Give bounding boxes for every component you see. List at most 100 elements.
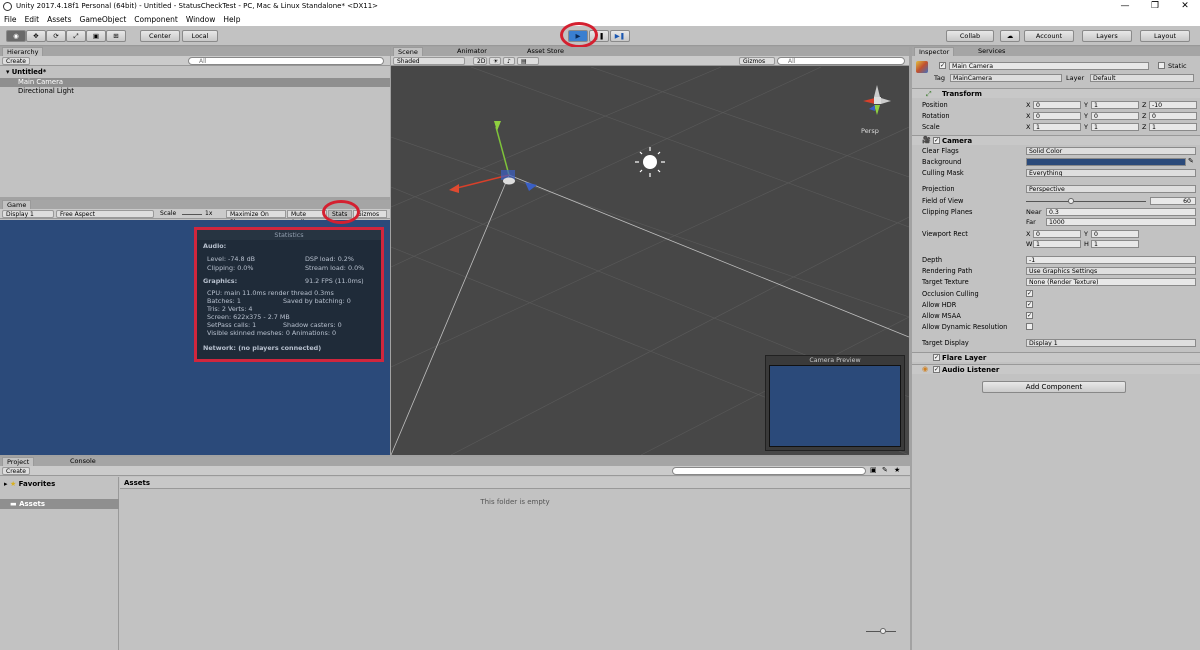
minimize-button[interactable]: — xyxy=(1110,0,1140,12)
tab-game[interactable]: Game xyxy=(2,200,32,209)
menu-window[interactable]: Window xyxy=(182,13,220,26)
hand-tool-icon[interactable]: ◉ xyxy=(6,30,26,42)
close-button[interactable]: ✕ xyxy=(1170,0,1200,12)
rect-tool-icon[interactable]: ▣ xyxy=(86,30,106,42)
fov-field[interactable]: 60 xyxy=(1150,197,1196,205)
tab-hierarchy[interactable]: Hierarchy xyxy=(2,47,44,56)
effects-dropdown-icon[interactable]: ▤ xyxy=(517,57,539,65)
allow-hdr-checkbox[interactable]: ✓ xyxy=(1026,301,1033,308)
transform-position-y-field[interactable]: 1 xyxy=(1091,101,1139,109)
tab-services[interactable]: Services xyxy=(974,47,1010,56)
scene-root[interactable]: ▾ Untitled* xyxy=(0,68,390,77)
rendering-path-dropdown[interactable]: Use Graphics Settings xyxy=(1026,267,1196,275)
menu-help[interactable]: Help xyxy=(219,13,244,26)
fov-slider-thumb[interactable] xyxy=(1068,198,1074,204)
transform-position-x-field[interactable]: 0 xyxy=(1033,101,1081,109)
assets-folder-item[interactable]: ▬ Assets xyxy=(0,499,119,509)
eyedropper-icon[interactable]: ✎ xyxy=(1188,157,1194,165)
culling-mask-dropdown[interactable]: Everything xyxy=(1026,169,1196,177)
viewport-y-field[interactable]: 0 xyxy=(1091,230,1139,238)
account-dropdown[interactable]: Account xyxy=(1024,30,1074,42)
camera-enabled-checkbox[interactable]: ✓ xyxy=(933,137,940,144)
tab-scene[interactable]: Scene xyxy=(393,47,423,56)
display-dropdown[interactable]: Display 1 xyxy=(2,210,54,218)
near-field[interactable]: 0.3 xyxy=(1046,208,1196,216)
maximize-on-play-toggle[interactable]: Maximize On Play xyxy=(226,210,286,226)
static-checkbox[interactable] xyxy=(1158,62,1165,69)
transform-scale-z-field[interactable]: 1 xyxy=(1149,123,1197,131)
background-color-field[interactable] xyxy=(1026,158,1186,166)
persp-label[interactable]: Persp xyxy=(861,127,879,135)
target-texture-field[interactable]: None (Render Texture) xyxy=(1026,278,1196,286)
active-checkbox[interactable]: ✓ xyxy=(939,62,946,69)
hierarchy-search-input[interactable]: All xyxy=(188,57,384,65)
hierarchy-item-main-camera[interactable]: Main Camera xyxy=(0,78,390,87)
filter-label-icon[interactable]: ✎ xyxy=(882,466,888,474)
audio-toggle-icon[interactable]: ♪ xyxy=(503,57,515,65)
mute-audio-toggle[interactable]: Mute Audio xyxy=(287,210,327,226)
allow-msaa-checkbox[interactable]: ✓ xyxy=(1026,312,1033,319)
maximize-button[interactable]: ❐ xyxy=(1140,0,1170,12)
transform-rotation-z-field[interactable]: 0 xyxy=(1149,112,1197,120)
transform-tool-icon[interactable]: ⊞ xyxy=(106,30,126,42)
pivot-center-button[interactable]: Center xyxy=(140,30,180,42)
collab-dropdown[interactable]: Collab xyxy=(946,30,994,42)
pivot-local-button[interactable]: Local xyxy=(182,30,218,42)
scene-search-input[interactable]: All xyxy=(777,57,905,65)
icon-size-thumb[interactable] xyxy=(880,628,886,634)
hierarchy-create-dropdown[interactable]: Create xyxy=(2,57,30,65)
menu-component[interactable]: Component xyxy=(130,13,182,26)
aspect-dropdown[interactable]: Free Aspect xyxy=(56,210,154,218)
favorites-item[interactable]: ▸ ★ Favorites xyxy=(4,480,55,488)
scale-slider[interactable] xyxy=(182,214,202,215)
layout-dropdown[interactable]: Layout xyxy=(1140,30,1190,42)
transform-header[interactable]: Transform xyxy=(912,88,1200,98)
shading-mode-dropdown[interactable]: Shaded xyxy=(393,57,465,65)
filter-type-icon[interactable]: ▣ xyxy=(870,466,877,474)
projection-dropdown[interactable]: Perspective xyxy=(1026,185,1196,193)
target-display-dropdown[interactable]: Display 1 xyxy=(1026,339,1196,347)
camera-header[interactable]: Camera xyxy=(912,135,1200,145)
lighting-toggle-icon[interactable]: ☀ xyxy=(489,57,501,65)
fov-slider-track[interactable] xyxy=(1026,201,1146,202)
layers-dropdown[interactable]: Layers xyxy=(1082,30,1132,42)
y-axis-handle[interactable] xyxy=(495,126,510,176)
viewport-w-field[interactable]: 1 xyxy=(1033,240,1081,248)
move-tool-icon[interactable]: ✥ xyxy=(26,30,46,42)
depth-field[interactable]: -1 xyxy=(1026,256,1196,264)
rotate-tool-icon[interactable]: ⟳ xyxy=(46,30,66,42)
scale-tool-icon[interactable]: ⤢ xyxy=(66,30,86,42)
transform-rotation-y-field[interactable]: 0 xyxy=(1091,112,1139,120)
transform-scale-y-field[interactable]: 1 xyxy=(1091,123,1139,131)
tab-inspector[interactable]: Inspector xyxy=(914,47,955,56)
2d-toggle[interactable]: 2D xyxy=(473,57,487,65)
camera-gizmo-icon[interactable] xyxy=(503,177,515,185)
flare-layer-header[interactable]: Flare Layer xyxy=(912,352,1200,362)
flare-layer-checkbox[interactable]: ✓ xyxy=(933,354,940,361)
menu-file[interactable]: File xyxy=(0,13,21,26)
far-field[interactable]: 1000 xyxy=(1046,218,1196,226)
z-axis-handle[interactable] xyxy=(525,182,537,191)
tab-console[interactable]: Console xyxy=(66,457,100,466)
viewport-h-field[interactable]: 1 xyxy=(1091,240,1139,248)
viewport-x-field[interactable]: 0 xyxy=(1033,230,1081,238)
tab-project[interactable]: Project xyxy=(2,457,35,466)
occlusion-culling-checkbox[interactable]: ✓ xyxy=(1026,290,1033,297)
layer-dropdown[interactable]: Default xyxy=(1090,74,1194,82)
favorite-star-icon[interactable]: ★ xyxy=(894,466,900,474)
scene-gizmos-dropdown[interactable]: Gizmos xyxy=(739,57,775,65)
cloud-icon[interactable]: ☁ xyxy=(1000,30,1020,42)
clear-flags-dropdown[interactable]: Solid Color xyxy=(1026,147,1196,155)
audio-listener-checkbox[interactable]: ✓ xyxy=(933,366,940,373)
tab-asset-store[interactable]: Asset Store xyxy=(523,47,569,56)
add-component-button[interactable]: Add Component xyxy=(982,381,1126,393)
menu-gameobject[interactable]: GameObject xyxy=(76,13,131,26)
tab-animator[interactable]: Animator xyxy=(453,47,491,56)
project-search-input[interactable] xyxy=(672,467,866,475)
tag-dropdown[interactable]: MainCamera xyxy=(950,74,1062,82)
hierarchy-item-directional-light[interactable]: Directional Light xyxy=(0,87,390,96)
project-create-dropdown[interactable]: Create xyxy=(2,467,30,475)
transform-scale-x-field[interactable]: 1 xyxy=(1033,123,1081,131)
menu-assets[interactable]: Assets xyxy=(43,13,75,26)
dynamic-resolution-checkbox[interactable] xyxy=(1026,323,1033,330)
